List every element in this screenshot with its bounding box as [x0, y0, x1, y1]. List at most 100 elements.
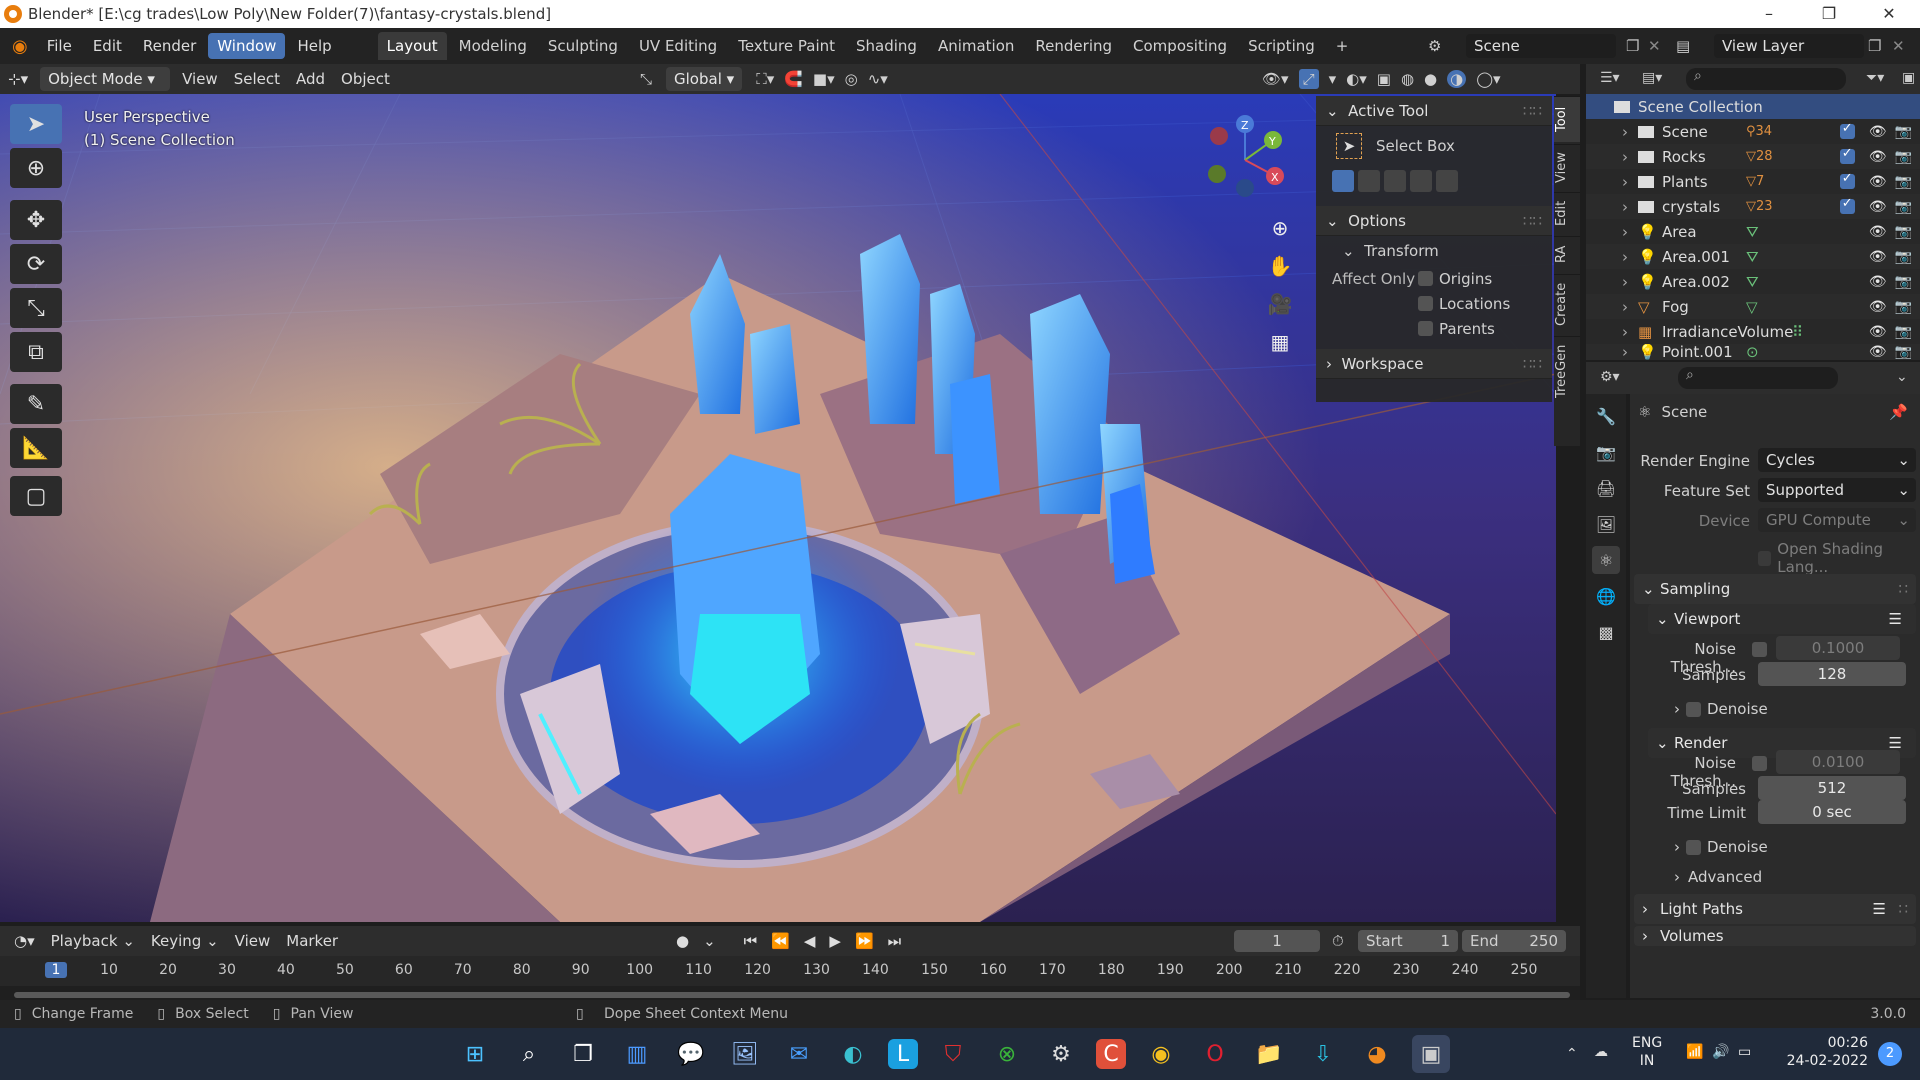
tab-tool[interactable]: Tool: [1554, 96, 1580, 142]
viewport-subsection[interactable]: ⌄ Viewport ☰: [1648, 604, 1916, 634]
expand-icon[interactable]: ›: [1622, 344, 1638, 360]
keying-menu[interactable]: Keying ⌄: [143, 929, 227, 953]
battery-icon[interactable]: ▭: [1738, 1044, 1751, 1060]
volumes-section[interactable]: › Volumes: [1634, 926, 1916, 946]
properties-editor-type-icon[interactable]: ⚙▾: [1600, 369, 1620, 385]
app-c-icon[interactable]: C: [1096, 1039, 1126, 1069]
list-item[interactable]: › Rocks ▽28 👁 📷: [1586, 144, 1920, 169]
eye-icon[interactable]: 👁: [1869, 224, 1887, 240]
filter-icon[interactable]: ⏷▾: [1866, 70, 1884, 86]
locations-checkbox[interactable]: [1418, 296, 1433, 311]
list-item[interactable]: › ▦ IrradianceVolume ⠿ 👁 📷: [1586, 319, 1920, 344]
material-shading-icon[interactable]: ◑: [1447, 70, 1467, 88]
eye-icon[interactable]: 👁: [1869, 199, 1887, 215]
presets-icon[interactable]: ☰: [1873, 894, 1886, 924]
clock[interactable]: 00:26 24-02-2022: [1776, 1034, 1868, 1070]
menu-window[interactable]: Window: [208, 33, 286, 59]
search-icon[interactable]: ⌕: [510, 1035, 548, 1073]
playback-menu[interactable]: Playback ⌄: [43, 929, 143, 953]
outliner-root[interactable]: Scene Collection: [1586, 94, 1920, 119]
visibility-icon[interactable]: 👁▾: [1262, 70, 1289, 88]
downloads-app-icon[interactable]: ⇩: [1304, 1035, 1342, 1073]
list-item[interactable]: › crystals ▽23 👁 📷: [1586, 194, 1920, 219]
tab-texture-paint[interactable]: Texture Paint: [729, 32, 844, 60]
expand-icon[interactable]: ›: [1622, 198, 1638, 216]
tab-scripting[interactable]: Scripting: [1239, 32, 1324, 60]
jump-start-icon[interactable]: ⏮: [744, 932, 758, 950]
camera-render-icon[interactable]: 📷: [1895, 199, 1912, 215]
add-workspace-button[interactable]: +: [1327, 32, 1358, 60]
pivot-icon[interactable]: ⛶▾: [756, 70, 774, 88]
view-layer-icon[interactable]: ▤: [1676, 37, 1690, 55]
select-box-tool[interactable]: ➤: [10, 104, 62, 144]
rendered-shading-icon[interactable]: ◯▾: [1476, 70, 1500, 88]
menu-add[interactable]: Add: [288, 67, 333, 91]
expand-icon[interactable]: ›: [1622, 298, 1638, 316]
tool-settings-icon[interactable]: 🔧: [1592, 402, 1620, 430]
transform-tool[interactable]: ⧉: [10, 332, 62, 372]
wireframe-shading-icon[interactable]: ◍: [1401, 70, 1414, 88]
list-item[interactable]: › 💡 Area.001 ⛛ 👁 📷: [1586, 244, 1920, 269]
timeline-ruler[interactable]: 1 10 20 30 40 50 60 70 80 90 100 110 120 130 140 150 160…: [0, 956, 1580, 986]
current-frame-marker[interactable]: 1: [45, 962, 67, 978]
maximize-button[interactable]: ❐: [1806, 0, 1852, 28]
play-icon[interactable]: ▶: [829, 932, 841, 950]
camera-render-icon[interactable]: 📷: [1895, 124, 1912, 140]
camera-render-icon[interactable]: 📷: [1895, 299, 1912, 315]
expand-icon[interactable]: ›: [1622, 273, 1638, 291]
tray-overflow-icon[interactable]: ⌃: [1566, 1046, 1578, 1062]
transform-subsection[interactable]: ⌄ Transform: [1316, 236, 1552, 266]
eye-icon[interactable]: 👁: [1869, 344, 1887, 360]
advanced-subsection[interactable]: › Advanced: [1674, 868, 1762, 886]
origins-checkbox[interactable]: [1418, 271, 1433, 286]
tab-animation[interactable]: Animation: [929, 32, 1023, 60]
record-icon[interactable]: ●: [676, 932, 689, 950]
menu-select[interactable]: Select: [226, 67, 288, 91]
measure-tool[interactable]: 📐: [10, 428, 62, 468]
pan-hand-icon[interactable]: ✋: [1264, 250, 1296, 282]
snap-icon[interactable]: 🧲: [784, 70, 803, 88]
exclude-checkbox[interactable]: [1839, 146, 1855, 164]
solid-shading-icon[interactable]: ●: [1424, 70, 1437, 88]
eye-icon[interactable]: 👁: [1869, 299, 1887, 315]
zoom-icon[interactable]: ⊕: [1264, 212, 1296, 244]
app-l-icon[interactable]: L: [888, 1039, 918, 1069]
camera-render-icon[interactable]: 📷: [1895, 249, 1912, 265]
scene-icon[interactable]: ⚙: [1428, 37, 1441, 55]
delete-scene-icon[interactable]: ✕: [1648, 37, 1661, 55]
menu-object[interactable]: Object: [333, 67, 398, 91]
wifi-icon[interactable]: 📶: [1686, 1044, 1703, 1060]
camera-render-icon[interactable]: 📷: [1895, 224, 1912, 240]
mcafee-icon[interactable]: ⛉: [934, 1035, 972, 1073]
mode-invert-button[interactable]: [1410, 170, 1432, 192]
ortho-grid-icon[interactable]: ▦: [1264, 326, 1296, 358]
tab-sculpting[interactable]: Sculpting: [539, 32, 627, 60]
mode-intersect-button[interactable]: [1436, 170, 1458, 192]
viewport-denoise-checkbox[interactable]: [1686, 701, 1701, 717]
render-denoise-row[interactable]: › Denoise: [1674, 838, 1768, 856]
widgets-icon[interactable]: ▥: [618, 1035, 656, 1073]
minimize-button[interactable]: –: [1746, 0, 1792, 28]
opera-icon[interactable]: O: [1196, 1035, 1234, 1073]
render-noise-checkbox[interactable]: [1752, 756, 1767, 771]
notification-badge[interactable]: 2: [1878, 1042, 1902, 1066]
camera-render-icon[interactable]: 📷: [1895, 274, 1912, 290]
rotate-tool[interactable]: ⟳: [10, 244, 62, 284]
menu-view[interactable]: View: [174, 67, 226, 91]
eye-icon[interactable]: 👁: [1869, 249, 1887, 265]
parents-checkbox[interactable]: [1418, 321, 1433, 336]
camera-render-icon[interactable]: 📷: [1895, 174, 1912, 190]
add-cube-tool[interactable]: ▢: [10, 476, 62, 516]
blender-menu-icon[interactable]: ◉: [12, 36, 28, 57]
list-item[interactable]: › 💡 Area.002 ⛛ 👁 📷: [1586, 269, 1920, 294]
overlay-icon[interactable]: ◐▾: [1346, 70, 1367, 88]
eye-icon[interactable]: 👁: [1869, 124, 1887, 140]
camera-render-icon[interactable]: 📷: [1895, 149, 1912, 165]
eye-icon[interactable]: 👁: [1869, 324, 1887, 340]
mode-subtract-button[interactable]: [1384, 170, 1406, 192]
transform-orientation-dropdown[interactable]: Global ▾: [666, 67, 743, 91]
expand-icon[interactable]: ›: [1622, 173, 1638, 191]
new-collection-icon[interactable]: ▣: [1902, 70, 1915, 86]
list-item[interactable]: › ▽ Fog ▽ 👁 📷: [1586, 294, 1920, 319]
language-indicator[interactable]: ENG IN: [1632, 1034, 1662, 1070]
